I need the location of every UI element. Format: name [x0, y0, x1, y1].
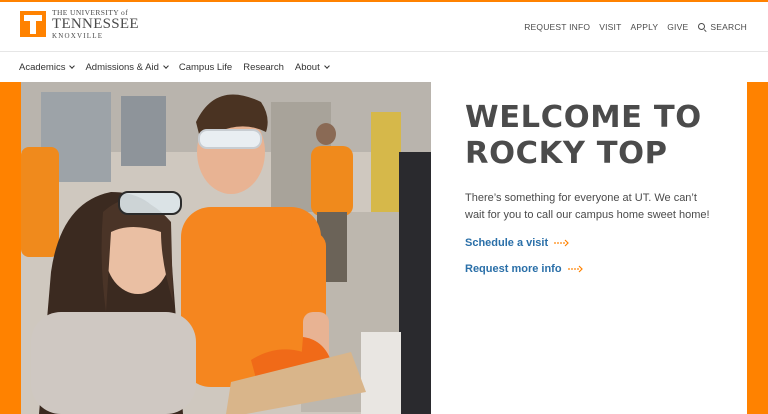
nav-admissions-label: Admissions & Aid [85, 62, 159, 73]
hero-headline: WELCOME TO ROCKY TOP [465, 100, 735, 172]
logo-wordmark: THE UNIVERSITY of TENNESSEE KNOXVILLE [52, 9, 139, 40]
chevron-down-icon [163, 63, 169, 69]
nav-campus-life-label: Campus Life [178, 62, 233, 73]
orange-side-band-right [747, 82, 768, 414]
nav-research[interactable]: Research [243, 62, 284, 73]
utility-request-info-link[interactable]: REQUEST INFO [524, 22, 590, 32]
hero-headline-line-1: WELCOME TO [465, 100, 702, 135]
hero-section: WELCOME TO ROCKY TOP There’s something f… [0, 82, 768, 414]
search-label: SEARCH [710, 22, 747, 32]
search-icon [698, 22, 707, 32]
request-more-info-label: Request more info [465, 263, 562, 275]
logo-line-2: TENNESSEE [52, 15, 139, 32]
hero-body-text: There’s something for everyone at UT. We… [465, 192, 710, 221]
utility-give-link[interactable]: GIVE [667, 22, 688, 32]
main-nav: Academics Admissions & Aid Campus Life R… [0, 53, 768, 82]
dotted-arrow-icon [567, 265, 583, 273]
nav-academics-label: Academics [19, 62, 66, 73]
logo-line-3: KNOXVILLE [52, 31, 104, 40]
schedule-visit-link[interactable]: Schedule a visit [465, 237, 735, 249]
orange-side-band-left [0, 82, 21, 414]
nav-about[interactable]: About [294, 62, 330, 73]
nav-campus-life[interactable]: Campus Life [179, 62, 232, 73]
site-header: THE UNIVERSITY of TENNESSEE KNOXVILLE RE… [0, 2, 768, 52]
utility-apply-link[interactable]: APPLY [630, 22, 658, 32]
schedule-visit-label: Schedule a visit [465, 237, 549, 249]
dotted-arrow-icon [554, 239, 570, 247]
nav-research-label: Research [243, 62, 284, 73]
chevron-down-icon [69, 63, 76, 69]
hero-content: WELCOME TO ROCKY TOP There’s something f… [465, 100, 735, 275]
nav-admissions-aid[interactable]: Admissions & Aid [85, 62, 169, 73]
hero-headline-line-2: ROCKY TOP [465, 136, 668, 171]
utility-nav: REQUEST INFO VISIT APPLY GIVE SEARCH [515, 22, 747, 32]
request-more-info-link[interactable]: Request more info [465, 263, 735, 275]
nav-about-label: About [294, 62, 320, 73]
university-logo[interactable]: THE UNIVERSITY of TENNESSEE KNOXVILLE [20, 9, 139, 40]
utility-visit-link[interactable]: VISIT [599, 22, 621, 32]
chevron-down-icon [323, 63, 330, 69]
power-t-logo-icon [20, 11, 46, 38]
nav-academics[interactable]: Academics [19, 62, 76, 73]
search-button[interactable]: SEARCH [698, 22, 747, 32]
hero-photo-students [21, 82, 431, 414]
